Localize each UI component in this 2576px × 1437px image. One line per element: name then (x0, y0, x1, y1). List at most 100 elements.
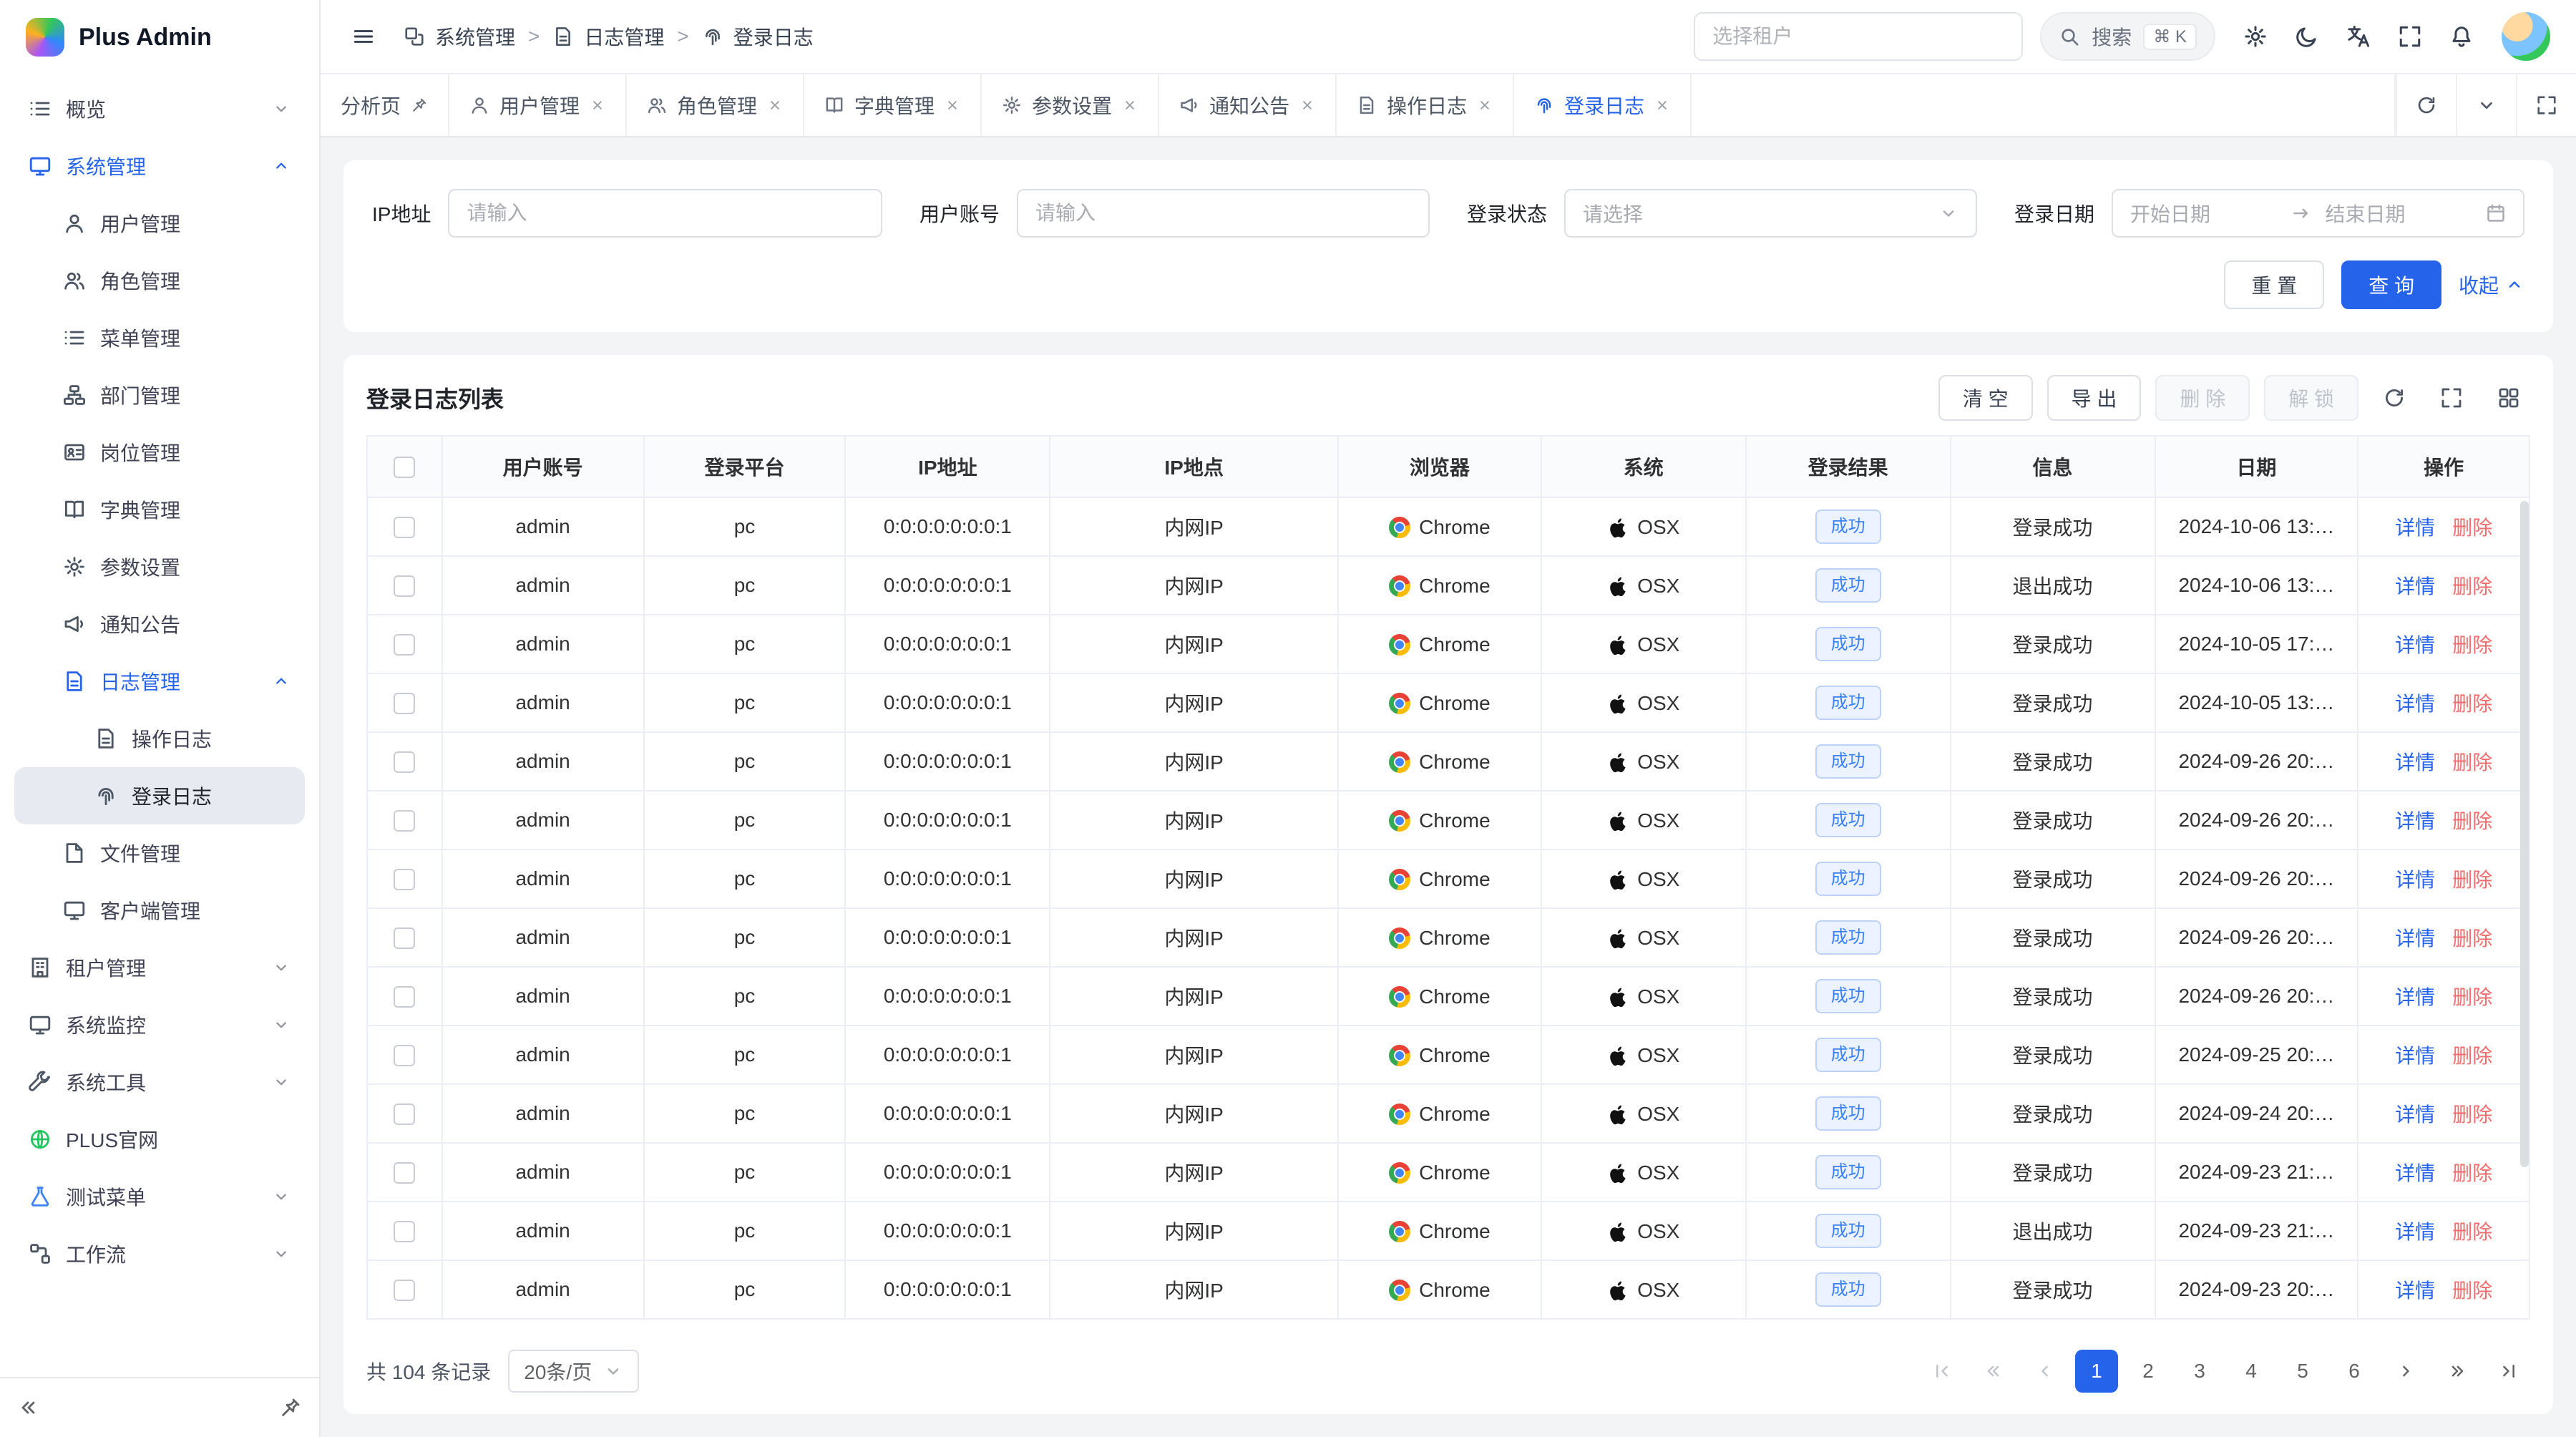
tab-notice[interactable]: 通知公告 (1159, 74, 1337, 136)
detail-link[interactable]: 详情 (2395, 810, 2435, 832)
delete-link[interactable]: 删除 (2452, 1104, 2492, 1126)
detail-link[interactable]: 详情 (2395, 1162, 2435, 1184)
row-checkbox[interactable] (394, 1280, 415, 1301)
sidebar-item-login-log[interactable]: 登录日志 (14, 767, 305, 824)
delete-link[interactable]: 删除 (2452, 575, 2492, 598)
delete-button[interactable]: 删 除 (2155, 375, 2250, 421)
unlock-button[interactable]: 解 锁 (2264, 375, 2358, 421)
page-3-button[interactable]: 3 (2178, 1350, 2221, 1393)
row-checkbox[interactable] (394, 986, 415, 1008)
detail-link[interactable]: 详情 (2395, 986, 2435, 1008)
date-range-picker[interactable]: 开始日期 结束日期 (2112, 189, 2524, 238)
delete-link[interactable]: 删除 (2452, 810, 2492, 832)
sidebar-item-client-management[interactable]: 客户端管理 (14, 882, 305, 939)
delete-link[interactable]: 删除 (2452, 693, 2492, 715)
prev-page-button[interactable] (2024, 1350, 2067, 1393)
sidebar-item-workflow[interactable]: 工作流 (14, 1225, 305, 1282)
translate-button[interactable] (2336, 14, 2381, 59)
fullscreen-button[interactable] (2387, 14, 2433, 59)
sidebar-item-plus-website[interactable]: PLUS官网 (14, 1111, 305, 1168)
tab-dict-management[interactable]: 字典管理 (804, 74, 982, 136)
reset-button[interactable]: 重 置 (2224, 260, 2324, 309)
close-tab-icon[interactable] (945, 97, 960, 113)
row-checkbox[interactable] (394, 634, 415, 656)
avatar[interactable] (2502, 12, 2550, 61)
row-checkbox[interactable] (394, 575, 415, 597)
sidebar-item-operation-log[interactable]: 操作日志 (14, 710, 305, 767)
delete-link[interactable]: 删除 (2452, 986, 2492, 1008)
page-2-button[interactable]: 2 (2127, 1350, 2170, 1393)
row-checkbox[interactable] (394, 810, 415, 832)
delete-link[interactable]: 删除 (2452, 751, 2492, 774)
clear-button[interactable]: 清 空 (1938, 375, 2033, 421)
last-page-button[interactable] (2487, 1350, 2530, 1393)
page-1-button[interactable]: 1 (2075, 1350, 2118, 1393)
refresh-table-button[interactable] (2373, 376, 2416, 419)
account-filter-input[interactable] (1017, 189, 1430, 238)
detail-link[interactable]: 详情 (2395, 927, 2435, 950)
status-filter-select[interactable]: 请选择 (1564, 189, 1977, 238)
breadcrumb-system-management[interactable]: 系统管理 (404, 22, 515, 51)
detail-link[interactable]: 详情 (2395, 1045, 2435, 1067)
tab-user-management[interactable]: 用户管理 (449, 74, 627, 136)
table-scrollbar[interactable] (2519, 498, 2530, 1331)
scrollbar-thumb[interactable] (2520, 501, 2529, 1167)
table-fullscreen-button[interactable] (2430, 376, 2473, 419)
column-settings-button[interactable] (2487, 376, 2530, 419)
export-button[interactable]: 导 出 (2047, 375, 2142, 421)
delete-link[interactable]: 删除 (2452, 869, 2492, 891)
tab-login-log[interactable]: 登录日志 (1514, 74, 1692, 136)
sidebar-item-user-management[interactable]: 用户管理 (14, 195, 305, 252)
row-checkbox[interactable] (394, 517, 415, 538)
maximize-content-button[interactable] (2516, 74, 2576, 136)
sidebar-item-tenant-management[interactable]: 租户管理 (14, 939, 305, 996)
refresh-page-button[interactable] (2396, 74, 2456, 136)
notifications-button[interactable] (2439, 14, 2484, 59)
prev-more-button[interactable] (1972, 1350, 2015, 1393)
row-checkbox[interactable] (394, 927, 415, 949)
delete-link[interactable]: 删除 (2452, 1221, 2492, 1243)
breadcrumb-login-log[interactable]: 登录日志 (702, 22, 814, 51)
sidebar-item-role-management[interactable]: 角色管理 (14, 252, 305, 309)
sidebar-item-overview[interactable]: 概览 (14, 80, 305, 137)
breadcrumb-log-management[interactable]: 日志管理 (552, 22, 664, 51)
delete-link[interactable]: 删除 (2452, 1280, 2492, 1302)
theme-toggle-button[interactable] (2284, 14, 2330, 59)
detail-link[interactable]: 详情 (2395, 1104, 2435, 1126)
delete-link[interactable]: 删除 (2452, 634, 2492, 656)
close-tab-icon[interactable] (1654, 97, 1670, 113)
sidebar-item-system-tools[interactable]: 系统工具 (14, 1053, 305, 1111)
detail-link[interactable]: 详情 (2395, 517, 2435, 539)
row-checkbox[interactable] (394, 869, 415, 890)
delete-link[interactable]: 删除 (2452, 1045, 2492, 1067)
page-size-select[interactable]: 20条/页 (508, 1350, 639, 1393)
app-logo[interactable]: Plus Admin (0, 0, 319, 74)
detail-link[interactable]: 详情 (2395, 869, 2435, 891)
next-page-button[interactable] (2384, 1350, 2427, 1393)
tab-operation-log[interactable]: 操作日志 (1337, 74, 1514, 136)
first-page-button[interactable] (1921, 1350, 1963, 1393)
page-4-button[interactable]: 4 (2230, 1350, 2273, 1393)
select-all-checkbox[interactable] (394, 457, 415, 478)
collapse-sidebar-button[interactable] (17, 1396, 40, 1419)
delete-link[interactable]: 删除 (2452, 927, 2492, 950)
sidebar-item-post-management[interactable]: 岗位管理 (14, 424, 305, 481)
row-checkbox[interactable] (394, 1104, 415, 1125)
query-button[interactable]: 查 询 (2341, 260, 2441, 309)
sidebar-item-notice[interactable]: 通知公告 (14, 595, 305, 653)
close-tab-icon[interactable] (767, 97, 783, 113)
next-more-button[interactable] (2436, 1350, 2479, 1393)
sidebar-item-system-management[interactable]: 系统管理 (14, 137, 305, 195)
row-checkbox[interactable] (394, 693, 415, 714)
detail-link[interactable]: 详情 (2395, 1280, 2435, 1302)
close-tab-icon[interactable] (1477, 97, 1493, 113)
sidebar-item-dict-management[interactable]: 字典管理 (14, 481, 305, 538)
close-tab-icon[interactable] (1122, 97, 1138, 113)
tab-role-management[interactable]: 角色管理 (627, 74, 804, 136)
detail-link[interactable]: 详情 (2395, 634, 2435, 656)
sidebar-item-dept-management[interactable]: 部门管理 (14, 366, 305, 424)
sidebar-item-test-menu[interactable]: 测试菜单 (14, 1168, 305, 1225)
toggle-sidebar-button[interactable] (341, 14, 386, 59)
detail-link[interactable]: 详情 (2395, 751, 2435, 774)
tab-param-settings[interactable]: 参数设置 (982, 74, 1159, 136)
